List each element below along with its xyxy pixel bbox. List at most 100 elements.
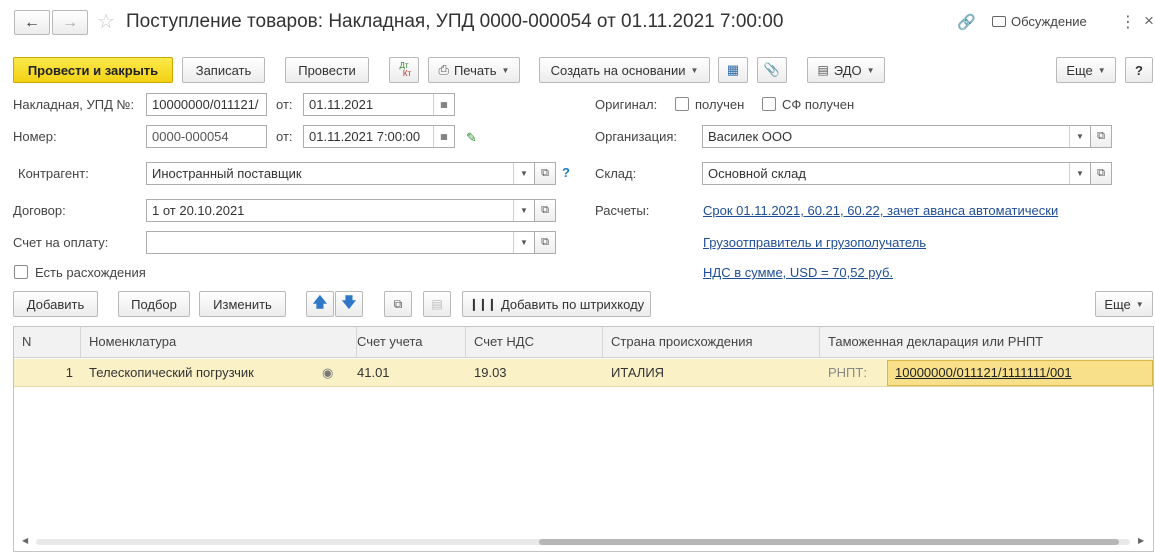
sf-received-checkbox[interactable] <box>762 97 776 111</box>
number-date-value: 01.11.2021 7:00:00 <box>309 129 421 144</box>
create-based-on-button[interactable]: Создать на основании ▼ <box>539 57 710 83</box>
discussion-label: Обсуждение <box>1011 14 1087 29</box>
settlements-link[interactable]: Срок 01.11.2021, 60.21, 60.22, зачет ава… <box>703 203 1058 218</box>
add-by-barcode-label: Добавить по штрихкоду <box>500 296 645 312</box>
organization-value: Василек ООО <box>708 129 793 144</box>
pick-button[interactable]: Подбор <box>118 291 190 317</box>
header-country[interactable]: Страна происхождения <box>603 327 820 357</box>
header-vat-account[interactable]: Счет НДС <box>466 327 603 357</box>
arrow-up-icon: 🡅 <box>312 294 328 310</box>
open-organization-icon[interactable]: ⧉ <box>1090 125 1112 148</box>
counterparty-label: Контрагент: <box>18 166 89 181</box>
number-date-field[interactable]: 01.11.2021 7:00:00 ▦ <box>303 125 455 148</box>
post-button[interactable]: Провести <box>285 57 369 83</box>
move-down-button[interactable]: 🡇 <box>335 291 363 317</box>
post-and-close-button[interactable]: Провести и закрыть <box>13 57 173 83</box>
more-label: Еще <box>1066 62 1093 78</box>
counterparty-help-icon[interactable]: ? <box>562 165 570 180</box>
goods-table: N Номенклатура Счет учета Счет НДС Стран… <box>13 326 1154 552</box>
counterparty-value: Иностранный поставщик <box>152 166 302 181</box>
chevron-down-icon: ▼ <box>690 65 699 75</box>
open-warehouse-icon[interactable]: ⧉ <box>1090 162 1112 185</box>
add-by-barcode-button[interactable]: ❙❙❙ Добавить по штрихкоду <box>462 291 651 317</box>
calendar-icon[interactable]: ▦ <box>433 126 454 147</box>
print-button[interactable]: ⎙ Печать ▼ <box>428 57 520 83</box>
more-button[interactable]: Еще ▼ <box>1056 57 1116 83</box>
printer-icon: ⎙ <box>438 62 449 77</box>
edit-comment-icon[interactable]: ✎ <box>466 130 477 146</box>
open-contract-icon[interactable]: ⧉ <box>534 199 556 222</box>
discrepancy-checkbox[interactable] <box>14 265 28 279</box>
discrepancy-label: Есть расхождения <box>35 265 146 280</box>
rnpt-cell[interactable]: 10000000/011121/1111111/001 <box>887 360 1153 386</box>
header-account[interactable]: Счет учета <box>349 327 466 357</box>
arrow-right-icon: → <box>62 13 78 31</box>
back-button[interactable]: ← <box>14 10 50 35</box>
invoice-payment-field[interactable]: ▼ <box>146 231 535 254</box>
barcode-icon: ❙❙❙ <box>468 297 497 311</box>
scroll-right-icon[interactable]: ▶ <box>1138 536 1144 545</box>
table-header: N Номенклатура Счет учета Счет НДС Стран… <box>14 327 1153 358</box>
invoice-date-field[interactable]: 01.11.2021 ▦ <box>303 93 455 116</box>
more-vertical-icon[interactable]: ⋮ <box>1120 12 1136 32</box>
view-item-icon[interactable]: ◉ <box>322 365 333 381</box>
cell-nomenclature: Телескопический погрузчик <box>89 365 254 380</box>
scrollbar-thumb[interactable] <box>539 539 1119 545</box>
received-checkbox[interactable] <box>675 97 689 111</box>
chevron-down-icon: ▼ <box>501 65 510 75</box>
chevron-down-icon[interactable]: ▼ <box>513 200 534 221</box>
close-icon[interactable]: × <box>1144 11 1154 31</box>
counterparty-field[interactable]: Иностранный поставщик ▼ <box>146 162 535 185</box>
horizontal-scrollbar[interactable]: ◀ ▶ <box>14 535 1153 549</box>
shipper-consignee-link[interactable]: Грузоотправитель и грузополучатель <box>703 235 926 250</box>
chat-icon <box>992 16 1006 27</box>
help-button[interactable]: ? <box>1125 57 1153 83</box>
header-customs[interactable]: Таможенная декларация или РНПТ <box>820 327 1153 357</box>
chevron-down-icon[interactable]: ▼ <box>1069 126 1090 147</box>
forward-button[interactable]: → <box>52 10 88 35</box>
calendar-icon[interactable]: ▦ <box>433 94 454 115</box>
add-row-button[interactable]: Добавить <box>13 291 98 317</box>
organization-label: Организация: <box>595 129 678 144</box>
table-row[interactable]: 1 Телескопический погрузчик ◉ 41.01 19.0… <box>14 359 1153 387</box>
change-button[interactable]: Изменить <box>199 291 286 317</box>
cell-n: 1 <box>65 365 73 380</box>
paperclip-icon: 📎 <box>763 62 781 77</box>
paste-button[interactable]: ▤ <box>423 291 451 317</box>
warehouse-label: Склад: <box>595 166 637 181</box>
save-button[interactable]: Записать <box>182 57 265 83</box>
chevron-down-icon[interactable]: ▼ <box>1069 163 1090 184</box>
arrow-down-icon: 🡇 <box>341 294 357 310</box>
number-date-from-label: от: <box>276 129 293 144</box>
cell-account: 41.01 <box>357 365 390 380</box>
scroll-left-icon[interactable]: ◀ <box>22 536 28 545</box>
chevron-down-icon[interactable]: ▼ <box>513 232 534 253</box>
open-invoice-payment-icon[interactable]: ⧉ <box>534 231 556 254</box>
favorite-star-icon[interactable]: ☆ <box>97 9 115 34</box>
paste-icon: ▤ <box>431 297 443 311</box>
contract-field[interactable]: 1 от 20.10.2021 ▼ <box>146 199 535 222</box>
invoice-number-field[interactable]: 10000000/011121/ <box>146 93 267 116</box>
discussion-button[interactable]: Обсуждение <box>992 14 1087 29</box>
structure-button[interactable]: ▦ <box>718 57 748 83</box>
edo-button[interactable]: ▤ ЭДО ▼ <box>807 57 885 83</box>
rnpt-link[interactable]: 10000000/011121/1111111/001 <box>895 365 1072 380</box>
invoice-date-from-label: от: <box>276 97 293 112</box>
open-counterparty-icon[interactable]: ⧉ <box>534 162 556 185</box>
link-icon[interactable]: 🔗 <box>957 13 976 31</box>
warehouse-field[interactable]: Основной склад ▼ <box>702 162 1091 185</box>
attach-button[interactable]: 📎 <box>757 57 787 83</box>
chevron-down-icon[interactable]: ▼ <box>513 163 534 184</box>
received-label: получен <box>695 97 745 112</box>
copy-icon: ⧉ <box>393 296 403 311</box>
kt-label: Кт <box>402 69 412 78</box>
header-n[interactable]: N <box>14 327 81 357</box>
organization-field[interactable]: Василек ООО ▼ <box>702 125 1091 148</box>
number-field[interactable]: 0000-000054 <box>146 125 267 148</box>
vat-amount-link[interactable]: НДС в сумме, USD = 70,52 руб. <box>703 265 893 280</box>
dt-kt-button[interactable]: Дт Кт <box>389 57 419 83</box>
copy-button[interactable]: ⧉ <box>384 291 412 317</box>
header-nomenclature[interactable]: Номенклатура <box>81 327 357 357</box>
table-more-button[interactable]: Еще ▼ <box>1095 291 1153 317</box>
move-up-button[interactable]: 🡅 <box>306 291 334 317</box>
